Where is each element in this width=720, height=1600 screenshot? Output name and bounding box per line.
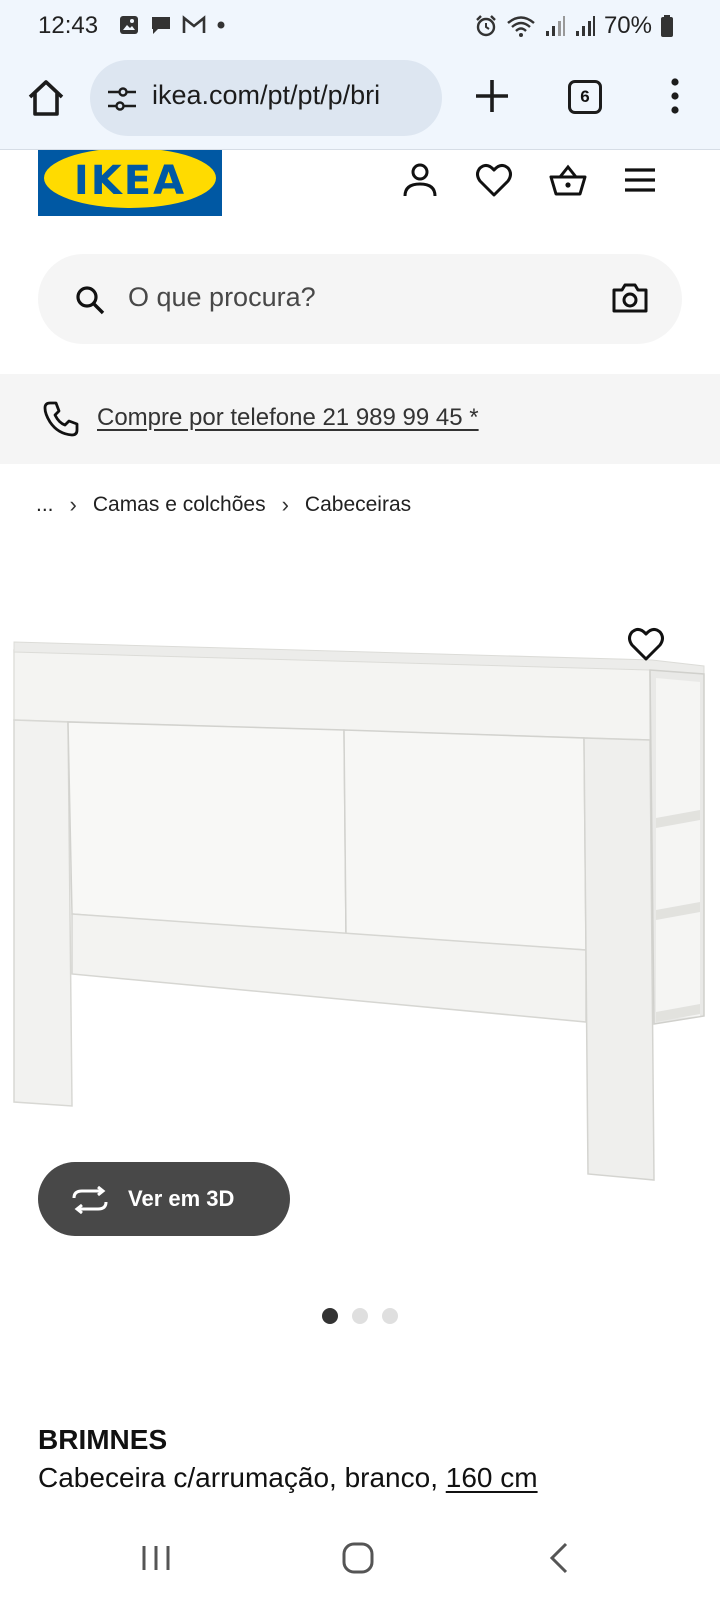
- product-size-link[interactable]: 160 cm: [446, 1462, 538, 1493]
- breadcrumb-ellipsis[interactable]: ...: [36, 493, 54, 517]
- phone-icon: [43, 401, 79, 437]
- new-tab-icon[interactable]: [472, 76, 512, 116]
- search-icon: [76, 286, 105, 315]
- browser-toolbar: ikea.com/pt/pt/p/bri 6: [0, 52, 720, 150]
- add-to-favourites-icon[interactable]: [626, 624, 666, 664]
- gallery-dot-3[interactable]: [382, 1308, 398, 1324]
- browser-menu-icon[interactable]: [660, 76, 690, 116]
- search-bar[interactable]: O que procura?: [38, 254, 682, 344]
- breadcrumb-camas-colchoes[interactable]: Camas e colchões: [93, 493, 266, 517]
- system-icons: 70%: [474, 12, 674, 40]
- address-bar[interactable]: ikea.com/pt/pt/p/bri: [90, 60, 442, 136]
- home-nav-icon[interactable]: [336, 1538, 380, 1578]
- system-navigation-bar: [0, 1516, 720, 1600]
- view-3d-label: Ver em 3D: [128, 1186, 235, 1211]
- wifi-icon: [507, 16, 535, 37]
- url-text: ikea.com/pt/pt/p/bri: [152, 80, 381, 110]
- message-icon: [152, 17, 170, 34]
- profile-icon[interactable]: [400, 160, 440, 200]
- search-input[interactable]: O que procura?: [128, 282, 316, 313]
- ikea-logo[interactable]: IKEA: [38, 150, 222, 216]
- logo-text: IKEA: [74, 158, 186, 204]
- notification-icons: [118, 14, 226, 36]
- gallery-dot-2[interactable]: [352, 1308, 368, 1324]
- rotate-3d-icon: [72, 1186, 108, 1214]
- chevron-right-icon: ›: [69, 492, 77, 517]
- signal-icon: [545, 16, 565, 36]
- product-image[interactable]: [0, 620, 720, 1210]
- hamburger-menu-icon[interactable]: [620, 160, 660, 200]
- product-description-text: Cabeceira c/arrumação, branco,: [38, 1462, 446, 1493]
- recent-apps-icon[interactable]: [134, 1538, 178, 1578]
- battery-icon: [661, 15, 673, 37]
- breadcrumb: ... › Camas e colchões › Cabeceiras: [36, 492, 411, 518]
- battery-percent: 70%: [603, 12, 652, 39]
- basket-icon[interactable]: [548, 160, 588, 200]
- breadcrumb-cabeceiras[interactable]: Cabeceiras: [305, 493, 411, 517]
- alarm-icon: [476, 15, 496, 37]
- camera-search-icon[interactable]: [612, 282, 648, 314]
- status-time: 12:43: [38, 12, 99, 39]
- gallery-dot-1[interactable]: [322, 1308, 338, 1324]
- gallery-icon: [120, 16, 138, 34]
- tab-switcher-button[interactable]: 6: [568, 80, 602, 114]
- product-description: Cabeceira c/arrumação, branco, 160 cm: [38, 1462, 538, 1494]
- gmail-icon: [182, 15, 206, 33]
- gallery-pagination: [322, 1308, 398, 1324]
- site-settings-icon[interactable]: [106, 84, 138, 114]
- dot-icon: [217, 21, 225, 29]
- chevron-right-icon: ›: [281, 492, 289, 517]
- view-3d-button[interactable]: Ver em 3D: [38, 1162, 290, 1236]
- signal-icon-2: [575, 16, 595, 36]
- phone-order-link[interactable]: Compre por telefone 21 989 99 45 *: [97, 404, 479, 432]
- back-icon[interactable]: [538, 1538, 582, 1578]
- favourites-icon[interactable]: [474, 160, 514, 200]
- home-icon[interactable]: [24, 76, 68, 120]
- product-name: BRIMNES: [38, 1424, 168, 1455]
- status-bar: 12:43 70%: [0, 0, 720, 52]
- phone-order-banner: Compre por telefone 21 989 99 45 *: [0, 374, 720, 464]
